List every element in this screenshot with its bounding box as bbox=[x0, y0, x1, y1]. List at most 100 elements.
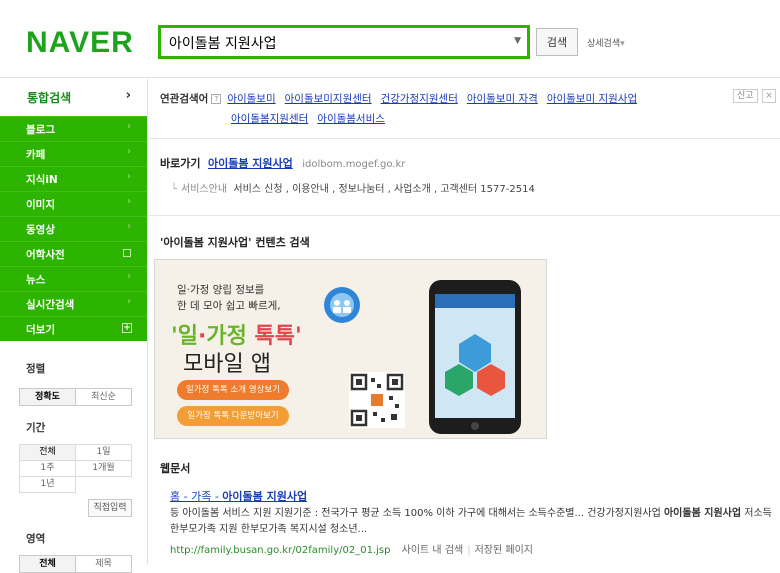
area-title: 영역 bbox=[26, 533, 46, 545]
sidebar-item-2[interactable]: 지식iN › bbox=[0, 166, 147, 191]
result-meta: http://family.busan.go.kr/02family/02_01… bbox=[170, 541, 533, 556]
related-link[interactable]: 건강가정지원센터 bbox=[381, 93, 458, 105]
related-searches: 연관검색어? 아이돌보미 아이돌보미지원센터 건강가정지원센터 아이돌보미 자격 아이돌보… bbox=[160, 89, 772, 129]
chevron-right-icon: › bbox=[127, 171, 131, 182]
divider bbox=[148, 215, 780, 216]
sidebar-item-0[interactable]: 블로그 › bbox=[0, 116, 147, 141]
related-link[interactable]: 아이돌보미 자격 bbox=[467, 93, 538, 105]
sidebar-menu: 블로그 › 카페 › 지식iN › 이미지 › 동영상 › 어학사전 뉴스 › 실시간검색 › 더보기 + bbox=[0, 116, 147, 341]
period-grid: 전체 1일 1주 1개월 1년 bbox=[0, 444, 147, 493]
result-title-bold: 아이돌봄 지원사업 bbox=[222, 490, 308, 503]
chevron-right-icon: › bbox=[127, 121, 131, 132]
sidebar-item-label: 더보기 bbox=[26, 324, 55, 336]
sidebar-item-label: 실시간검색 bbox=[26, 299, 75, 311]
naver-logo[interactable]: NAVER bbox=[26, 26, 134, 60]
square-icon bbox=[123, 249, 131, 257]
banner-subtitle: 모바일 앱 bbox=[183, 352, 271, 377]
site-search-link[interactable]: 사이트 내 검색 bbox=[402, 545, 464, 556]
intro-video-button[interactable]: 일가정 톡톡 소개 영상보기 bbox=[177, 380, 289, 400]
period-title: 기간 bbox=[26, 422, 46, 434]
area-title-button[interactable]: 제목 bbox=[75, 555, 132, 573]
goto-site-link[interactable]: 아이돌봄 지원사업 bbox=[208, 157, 293, 170]
related-link[interactable]: 아이돌보미 지원사업 bbox=[547, 93, 637, 105]
related-link[interactable]: 아이돌봄서비스 bbox=[317, 113, 385, 125]
sidebar-item-label: 동영상 bbox=[26, 224, 55, 236]
sort-accuracy-button[interactable]: 정확도 bbox=[19, 388, 76, 406]
period-empty-cell bbox=[75, 476, 132, 493]
related-label: 연관검색어 bbox=[160, 93, 209, 105]
content-search-title: '아이돌봄 지원사업' 컨텐츠 검색 bbox=[160, 236, 310, 249]
sort-latest-button[interactable]: 최신순 bbox=[75, 388, 132, 406]
period-1year-button[interactable]: 1년 bbox=[19, 476, 76, 493]
result-title-pre: 홈 - 가족 - bbox=[170, 490, 223, 503]
sidebar: 통합검색 › 블로그 › 카페 › 지식iN › 이미지 › 동영상 › 어학사전 뉴스 › 실시간검색 › 더… bbox=[0, 79, 148, 573]
related-link[interactable]: 아이돌보미 bbox=[227, 93, 275, 105]
qr-code-icon bbox=[349, 372, 405, 428]
web-documents-title: 웹문서 bbox=[160, 462, 191, 475]
report-button[interactable]: 신고 bbox=[733, 89, 758, 103]
banner-line2: 한 데 모아 쉽고 빠르게, bbox=[177, 300, 281, 312]
family-network-icon bbox=[324, 287, 360, 323]
sidebar-item-label: 카페 bbox=[26, 149, 46, 161]
sidebar-item-6[interactable]: 뉴스 › bbox=[0, 266, 147, 291]
period-1week-button[interactable]: 1주 bbox=[19, 460, 76, 477]
divider bbox=[148, 138, 780, 139]
result-desc-bold: 아이돌봄 지원사업 bbox=[663, 508, 742, 519]
related-link[interactable]: 아이돌봄지원센터 bbox=[231, 113, 308, 125]
period-1month-button[interactable]: 1개월 bbox=[75, 460, 132, 477]
result-url-link[interactable]: http://family.busan.go.kr/02family/02_01… bbox=[170, 545, 390, 556]
chevron-right-icon: › bbox=[127, 221, 131, 232]
sidebar-item-1[interactable]: 카페 › bbox=[0, 141, 147, 166]
search-button[interactable]: 검색 bbox=[536, 28, 578, 56]
sidebar-item-label: 이미지 bbox=[26, 199, 55, 211]
banner-line1: 일·가정 양립 정보를 bbox=[177, 284, 265, 296]
period-1day-button[interactable]: 1일 bbox=[75, 444, 132, 461]
goto-row: 바로가기 아이돌봄 지원사업 idolbom.mogef.go.kr bbox=[160, 155, 405, 171]
sidebar-item-integrated-search[interactable]: 통합검색 › bbox=[0, 79, 147, 116]
sidebar-item-label: 블로그 bbox=[26, 124, 55, 136]
sidebar-item-label: 지식iN bbox=[26, 174, 58, 186]
app-banner[interactable]: 일·가정 양립 정보를 한 데 모아 쉽고 빠르게, '일·가정 톡톡' 모바일… bbox=[154, 259, 547, 439]
chevron-right-icon: › bbox=[127, 271, 131, 282]
result-description: 등 아이돌봄 서비스 지원 지원기준 : 전국가구 평균 소득 100% 이하 … bbox=[170, 506, 775, 538]
sidebar-item-3[interactable]: 이미지 › bbox=[0, 191, 147, 216]
result-title-link[interactable]: 홈 - 가족 - 아이돌봄 지원사업 bbox=[170, 488, 307, 504]
header: NAVER ▼ 검색 상세검색▾ bbox=[0, 0, 780, 78]
sidebar-item-4[interactable]: 동영상 › bbox=[0, 216, 147, 241]
goto-sublinks: └ 서비스안내 서비스 신청 , 이용안내 , 정보나눔터 , 사업소개 , 고객… bbox=[171, 180, 535, 195]
mobile-phone-icon bbox=[429, 280, 521, 434]
advanced-search-link[interactable]: 상세검색▾ bbox=[587, 36, 625, 49]
service-info-label: 서비스안내 bbox=[181, 184, 228, 195]
chevron-right-icon: › bbox=[127, 296, 131, 307]
help-icon[interactable]: ? bbox=[211, 94, 222, 104]
autocomplete-toggle-icon[interactable]: ▼ bbox=[514, 36, 521, 46]
chevron-right-icon: › bbox=[127, 146, 131, 157]
sidebar-item-8[interactable]: 더보기 + bbox=[0, 316, 147, 341]
direct-input-button[interactable]: 직접입력 bbox=[88, 499, 132, 517]
sort-options: 정확도 최신순 bbox=[19, 388, 132, 406]
result-desc-a: 등 아이돌봄 서비스 지원 지원기준 : 전국가구 평균 소득 100% 이하 … bbox=[170, 508, 664, 519]
related-links: 아이돌보미 아이돌보미지원센터 건강가정지원센터 아이돌보미 자격 아이돌보미 지원사업… bbox=[160, 93, 646, 125]
sort-title: 정렬 bbox=[26, 363, 46, 375]
chevron-right-icon: › bbox=[125, 88, 131, 103]
close-icon[interactable]: × bbox=[762, 89, 776, 103]
download-button[interactable]: 일가정 톡톡 다운받아보기 bbox=[177, 406, 289, 426]
area-options: 전체 제목 bbox=[19, 555, 132, 573]
goto-url: idolbom.mogef.go.kr bbox=[302, 159, 406, 170]
search-input[interactable] bbox=[169, 32, 499, 54]
service-sublinks[interactable]: 서비스 신청 , 이용안내 , 정보나눔터 , 사업소개 , bbox=[233, 184, 437, 195]
sidebar-item-label: 뉴스 bbox=[26, 274, 46, 286]
goto-label: 바로가기 bbox=[160, 157, 201, 170]
area-all-button[interactable]: 전체 bbox=[19, 555, 76, 573]
sidebar-item-7[interactable]: 실시간검색 › bbox=[0, 291, 147, 316]
cached-page-link[interactable]: 저장된 페이지 bbox=[475, 545, 533, 556]
sidebar-top-label: 통합검색 bbox=[27, 91, 72, 105]
sidebar-item-5[interactable]: 어학사전 bbox=[0, 241, 147, 266]
separator: | bbox=[467, 545, 471, 556]
period-all-button[interactable]: 전체 bbox=[19, 444, 76, 461]
sub-arrow-icon: └ bbox=[171, 184, 178, 195]
advanced-search-label: 상세검색 bbox=[587, 39, 621, 49]
search-box[interactable]: ▼ bbox=[158, 25, 530, 59]
plus-icon: + bbox=[122, 323, 132, 333]
related-link[interactable]: 아이돌보미지원센터 bbox=[285, 93, 372, 105]
